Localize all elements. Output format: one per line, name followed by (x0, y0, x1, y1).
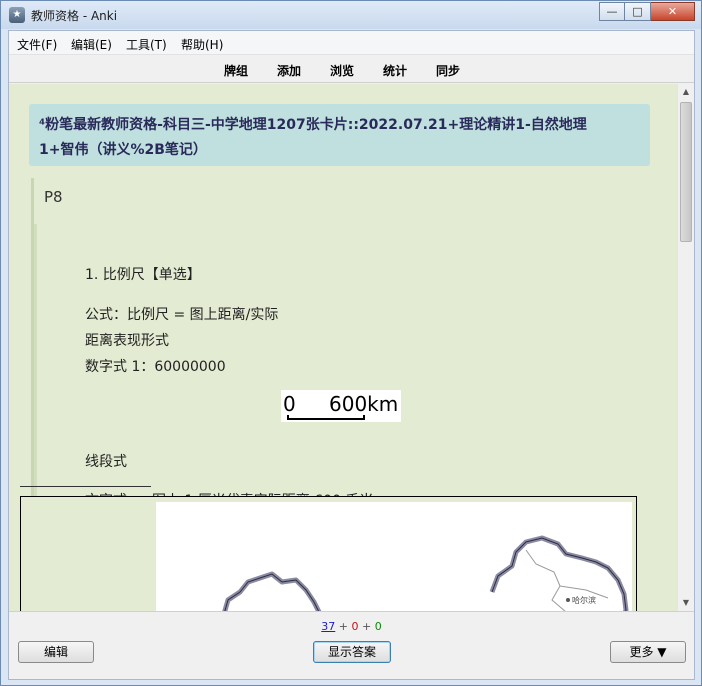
menu-tools[interactable]: 工具(T) (126, 36, 167, 53)
vertical-scrollbar[interactable]: ▲ ▼ (677, 84, 694, 611)
scale-bar-line (287, 415, 365, 420)
menu-help[interactable]: 帮助(H) (181, 36, 223, 53)
formula-line-1: 公式：比例尺 = 图上距离/实际 (85, 307, 279, 323)
menu-file[interactable]: 文件(F) (17, 36, 57, 53)
map-image-frame: 哈尔滨 (20, 496, 637, 611)
scale-end-label: 600km (329, 392, 399, 416)
toolbar-browse[interactable]: 浏览 (330, 62, 354, 79)
page-label: P8 (44, 188, 63, 206)
main-client-area: 文件(F) 编辑(E) 工具(T) 帮助(H) 牌组 添加 浏览 统计 同步 ⁴… (8, 30, 695, 680)
card-counts: 37 + 0 + 0 (9, 620, 694, 633)
scroll-down-arrow-icon[interactable]: ▼ (678, 595, 694, 611)
china-map-image: 哈尔滨 (156, 502, 632, 611)
review-count: 0 (374, 620, 382, 633)
more-button[interactable]: 更多 ▼ (610, 641, 686, 663)
title-bar[interactable]: ★ 教师资格 - Anki — □ ✕ (1, 1, 701, 29)
deck-path-line-2: 1+智伟（讲义%2B笔记） (39, 142, 207, 158)
toolbar-decks[interactable]: 牌组 (224, 62, 248, 79)
show-answer-button[interactable]: 显示答案 (313, 641, 391, 663)
scroll-up-arrow-icon[interactable]: ▲ (678, 84, 694, 100)
scroll-thumb[interactable] (680, 102, 692, 242)
close-button[interactable]: ✕ (651, 2, 695, 21)
harbin-city-marker (566, 598, 570, 602)
count-separator: + (338, 620, 348, 633)
deck-path-line-1: ⁴粉笔最新教师资格-科目三-中学地理1207张卡片::2022.07.21+理论… (39, 117, 587, 133)
toolbar-add[interactable]: 添加 (277, 62, 301, 79)
line-form-label: 线段式 (85, 454, 127, 470)
top-toolbar: 牌组 添加 浏览 统计 同步 (9, 55, 694, 83)
card-webview: ⁴粉笔最新教师资格-科目三-中学地理1207张卡片::2022.07.21+理论… (9, 84, 694, 611)
numeric-form: 数字式 1：60000000 (85, 359, 226, 375)
anki-app-icon: ★ (9, 7, 25, 23)
deck-path-banner: ⁴粉笔最新教师资格-科目三-中学地理1207张卡片::2022.07.21+理论… (29, 104, 650, 166)
new-count: 37 (321, 620, 336, 633)
menu-edit[interactable]: 编辑(E) (71, 36, 112, 53)
divider-line (20, 486, 151, 487)
window-title: 教师资格 - Anki (31, 9, 118, 23)
toolbar-sync[interactable]: 同步 (436, 62, 460, 79)
count-separator: + (362, 620, 372, 633)
learn-count: 0 (351, 620, 359, 633)
formula-line-2: 距离表现形式 (85, 333, 169, 349)
edit-button[interactable]: 编辑 (18, 641, 94, 663)
anki-window: ★ 教师资格 - Anki — □ ✕ 文件(F) 编辑(E) 工具(T) 帮助… (0, 0, 702, 686)
map-outline-graphic: 哈尔滨 (222, 535, 629, 611)
scale-start-label: 0 (283, 392, 296, 416)
toolbar-stats[interactable]: 统计 (383, 62, 407, 79)
note-heading: 1. 比例尺【单选】 (85, 267, 201, 283)
scale-bar-image: 0 600km (281, 390, 401, 422)
maximize-button[interactable]: □ (625, 2, 651, 21)
menu-bar: 文件(F) 编辑(E) 工具(T) 帮助(H) (9, 31, 694, 55)
minimize-button[interactable]: — (599, 2, 625, 21)
bottom-bar: 37 + 0 + 0 编辑 显示答案 更多 ▼ (9, 611, 694, 679)
harbin-map-label: 哈尔滨 (572, 595, 596, 605)
